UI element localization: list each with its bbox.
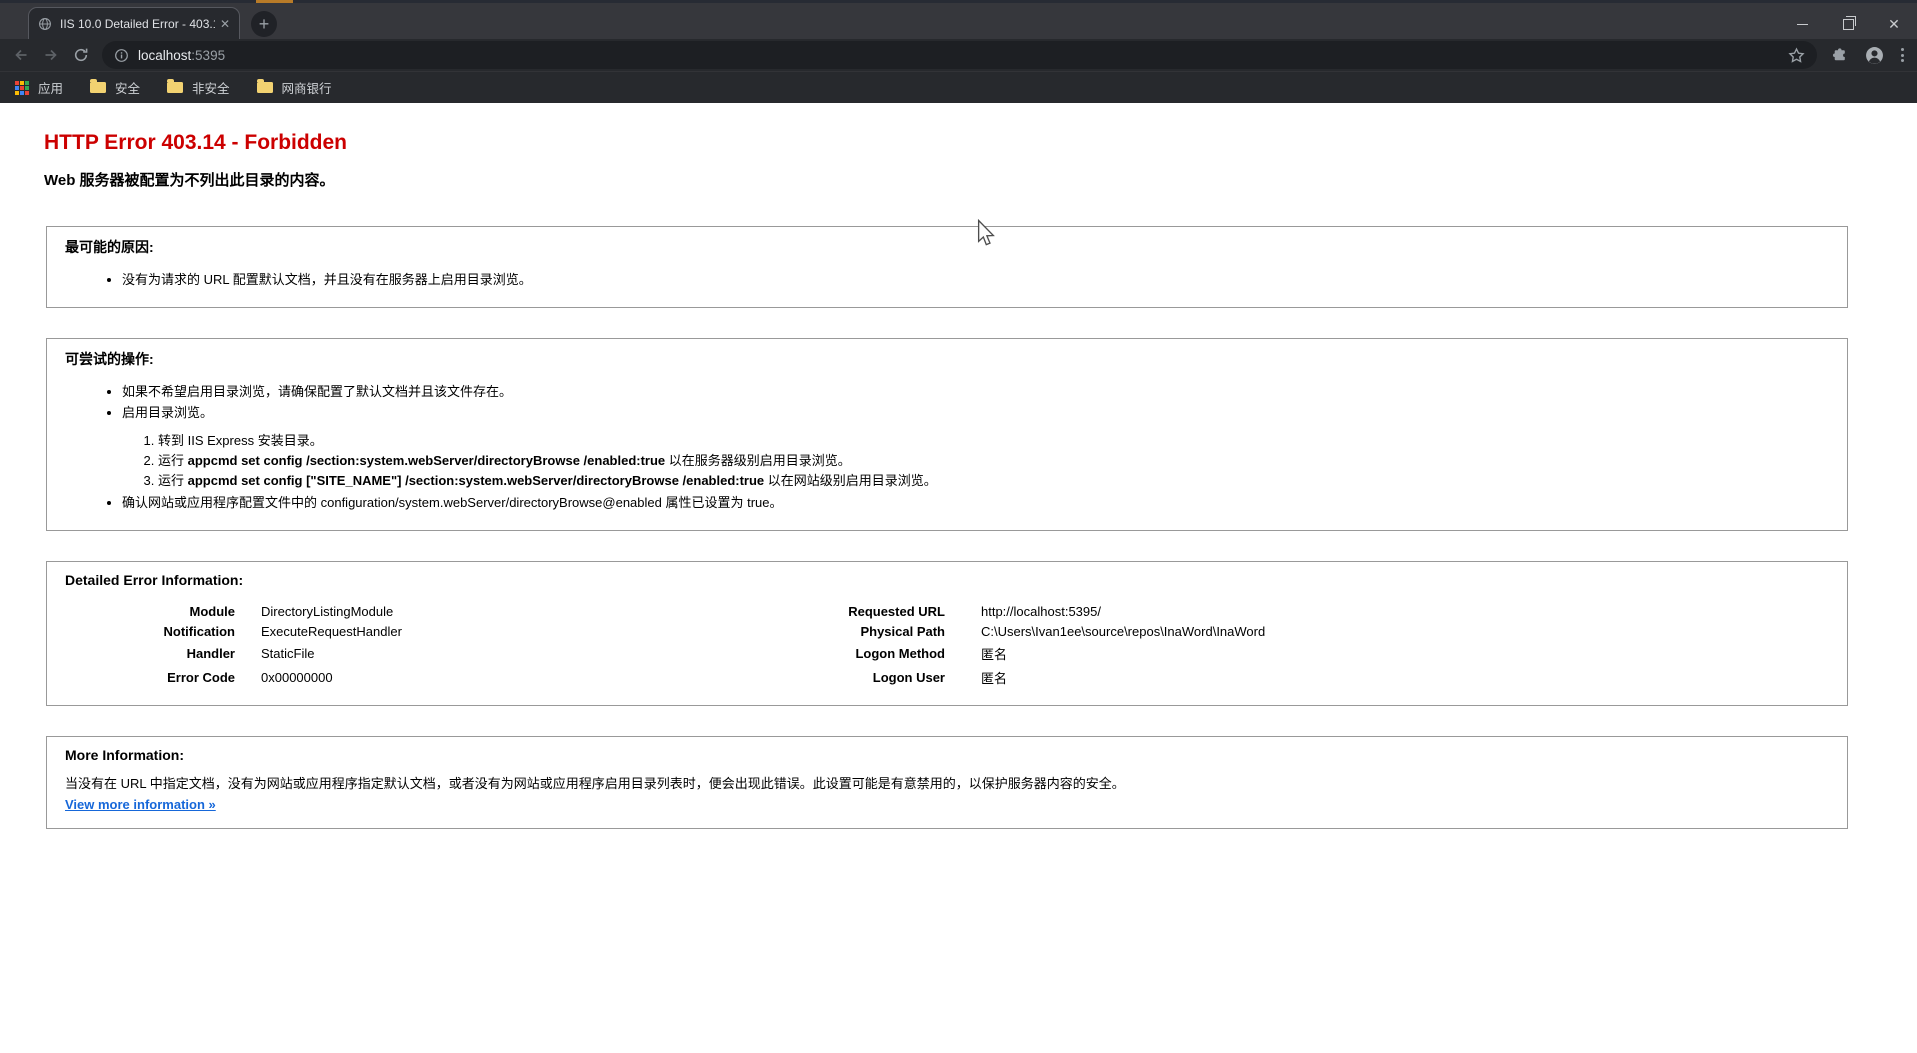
page-content: HTTP Error 403.14 - Forbidden Web 服务器被配置… — [0, 103, 1917, 1053]
bookmark-label: 应用 — [38, 78, 63, 97]
field-label: Error Code — [65, 665, 235, 689]
step-item: 运行 appcmd set config ["SITE_NAME"] /sect… — [158, 471, 1829, 490]
tab-title: IIS 10.0 Detailed Error - 403.14 — [60, 17, 215, 31]
list-item-text: 启用目录浏览。 — [122, 405, 213, 420]
toolbar-right-icons — [1825, 46, 1917, 65]
field-label: Handler — [65, 641, 235, 665]
restore-icon — [1843, 19, 1854, 30]
folder-icon — [257, 82, 273, 93]
info-icon[interactable] — [114, 48, 129, 63]
field-label: Module — [65, 601, 235, 621]
table-row: Handler StaticFile Logon Method 匿名 — [65, 641, 1265, 665]
bookmark-label: 网商银行 — [282, 78, 332, 97]
field-value: ExecuteRequestHandler — [235, 621, 645, 641]
bookmark-folder-unsafe[interactable]: 非安全 — [167, 78, 230, 97]
folder-icon — [90, 82, 106, 93]
field-label: Logon Method — [645, 641, 945, 665]
browser-window: IIS 10.0 Detailed Error - 403.14 ✕ + ✕ l… — [0, 0, 1917, 1053]
tab-close-icon[interactable]: ✕ — [220, 18, 230, 30]
url-port: :5395 — [191, 48, 225, 63]
restore-button[interactable] — [1825, 6, 1871, 42]
address-bar[interactable]: localhost:5395 — [102, 41, 1817, 69]
reload-button[interactable] — [66, 41, 96, 69]
step-command: appcmd set config ["SITE_NAME"] /section… — [188, 473, 765, 488]
back-icon — [13, 47, 29, 63]
section-title: 最可能的原因: — [65, 237, 1829, 257]
cursor-arrow-icon — [977, 219, 995, 247]
field-value: 匿名 — [945, 665, 1265, 689]
back-button[interactable] — [6, 41, 36, 69]
section-detailed-info: Detailed Error Information: Module Direc… — [46, 561, 1848, 706]
bookmark-star-icon[interactable] — [1788, 47, 1805, 64]
section-title: More Information: — [65, 747, 1829, 763]
more-info-text: 当没有在 URL 中指定文档，没有为网站或应用程序指定默认文档，或者没有为网站或… — [65, 774, 1829, 793]
field-label: Physical Path — [645, 621, 945, 641]
reload-icon — [73, 47, 89, 63]
minimize-icon — [1797, 24, 1808, 25]
minimize-button[interactable] — [1779, 6, 1825, 42]
browser-tab[interactable]: IIS 10.0 Detailed Error - 403.14 ✕ — [28, 7, 240, 39]
field-label: Requested URL — [645, 601, 945, 621]
things-to-try-list: 如果不希望启用目录浏览，请确保配置了默认文档并且该文件存在。 启用目录浏览。 转… — [65, 382, 1829, 512]
bookmarks-bar: 应用 安全 非安全 网商银行 — [0, 71, 1917, 103]
menu-dots-icon[interactable] — [1901, 48, 1904, 62]
field-value: 匿名 — [945, 641, 1265, 665]
detailed-info-table: Module DirectoryListingModule Requested … — [65, 601, 1265, 689]
field-label: Notification — [65, 621, 235, 641]
tab-bar: IIS 10.0 Detailed Error - 403.14 ✕ + ✕ — [0, 3, 1917, 39]
list-item: 如果不希望启用目录浏览，请确保配置了默认文档并且该文件存在。 — [122, 382, 1829, 401]
field-value: 0x00000000 — [235, 665, 645, 689]
bookmark-label: 非安全 — [192, 78, 230, 97]
globe-favicon — [38, 17, 52, 31]
folder-icon — [167, 82, 183, 93]
profile-avatar-icon[interactable] — [1865, 46, 1884, 65]
step-text: 以在服务器级别启用目录浏览。 — [665, 453, 851, 468]
extensions-puzzle-icon[interactable] — [1831, 47, 1848, 64]
step-command: appcmd set config /section:system.webSer… — [188, 453, 666, 468]
section-title: Detailed Error Information: — [65, 572, 1829, 588]
step-item: 转到 IIS Express 安装目录。 — [158, 431, 1829, 450]
view-more-information-link[interactable]: View more information » — [65, 797, 216, 812]
step-text: 以在网站级别启用目录浏览。 — [764, 473, 937, 488]
browser-toolbar: localhost:5395 — [0, 39, 1917, 71]
field-value: StaticFile — [235, 641, 645, 665]
table-row: Error Code 0x00000000 Logon User 匿名 — [65, 665, 1265, 689]
bookmark-label: 安全 — [115, 78, 140, 97]
table-row: Notification ExecuteRequestHandler Physi… — [65, 621, 1265, 641]
close-button[interactable]: ✕ — [1871, 6, 1917, 42]
field-value: DirectoryListingModule — [235, 601, 645, 621]
forward-icon — [43, 47, 59, 63]
url-host: localhost — [138, 48, 191, 63]
error-subtitle: Web 服务器被配置为不列出此目录的内容。 — [44, 169, 1917, 190]
new-tab-icon: + — [259, 15, 270, 33]
step-text: 转到 IIS Express 安装目录。 — [158, 433, 323, 448]
close-icon: ✕ — [1888, 17, 1900, 31]
bookmark-item-apps[interactable]: 应用 — [15, 78, 63, 97]
field-label: Logon User — [645, 665, 945, 689]
list-item: 启用目录浏览。 转到 IIS Express 安装目录。 运行 appcmd s… — [122, 403, 1829, 490]
forward-button[interactable] — [36, 41, 66, 69]
section-things-to-try: 可尝试的操作: 如果不希望启用目录浏览，请确保配置了默认文档并且该文件存在。 启… — [46, 338, 1848, 531]
step-text: 运行 — [158, 473, 188, 488]
bookmark-folder-bank[interactable]: 网商银行 — [257, 78, 332, 97]
error-title: HTTP Error 403.14 - Forbidden — [44, 131, 1917, 155]
window-controls: ✕ — [1779, 6, 1917, 42]
bookmark-folder-safe[interactable]: 安全 — [90, 78, 140, 97]
section-more-info: More Information: 当没有在 URL 中指定文档，没有为网站或应… — [46, 736, 1848, 829]
step-text: 运行 — [158, 453, 188, 468]
list-item: 确认网站或应用程序配置文件中的 configuration/system.web… — [122, 493, 1829, 512]
table-row: Module DirectoryListingModule Requested … — [65, 601, 1265, 621]
likely-causes-list: 没有为请求的 URL 配置默认文档，并且没有在服务器上启用目录浏览。 — [65, 270, 1829, 289]
step-item: 运行 appcmd set config /section:system.web… — [158, 451, 1829, 470]
new-tab-button[interactable]: + — [251, 11, 277, 37]
field-value: C:\Users\Ivan1ee\source\repos\InaWord\In… — [945, 621, 1265, 641]
field-value: http://localhost:5395/ — [945, 601, 1265, 621]
section-title: 可尝试的操作: — [65, 349, 1829, 369]
list-item: 没有为请求的 URL 配置默认文档，并且没有在服务器上启用目录浏览。 — [122, 270, 1829, 289]
apps-grid-icon — [15, 81, 29, 95]
enable-browsing-steps: 转到 IIS Express 安装目录。 运行 appcmd set confi… — [122, 431, 1829, 490]
section-likely-causes: 最可能的原因: 没有为请求的 URL 配置默认文档，并且没有在服务器上启用目录浏… — [46, 226, 1848, 308]
